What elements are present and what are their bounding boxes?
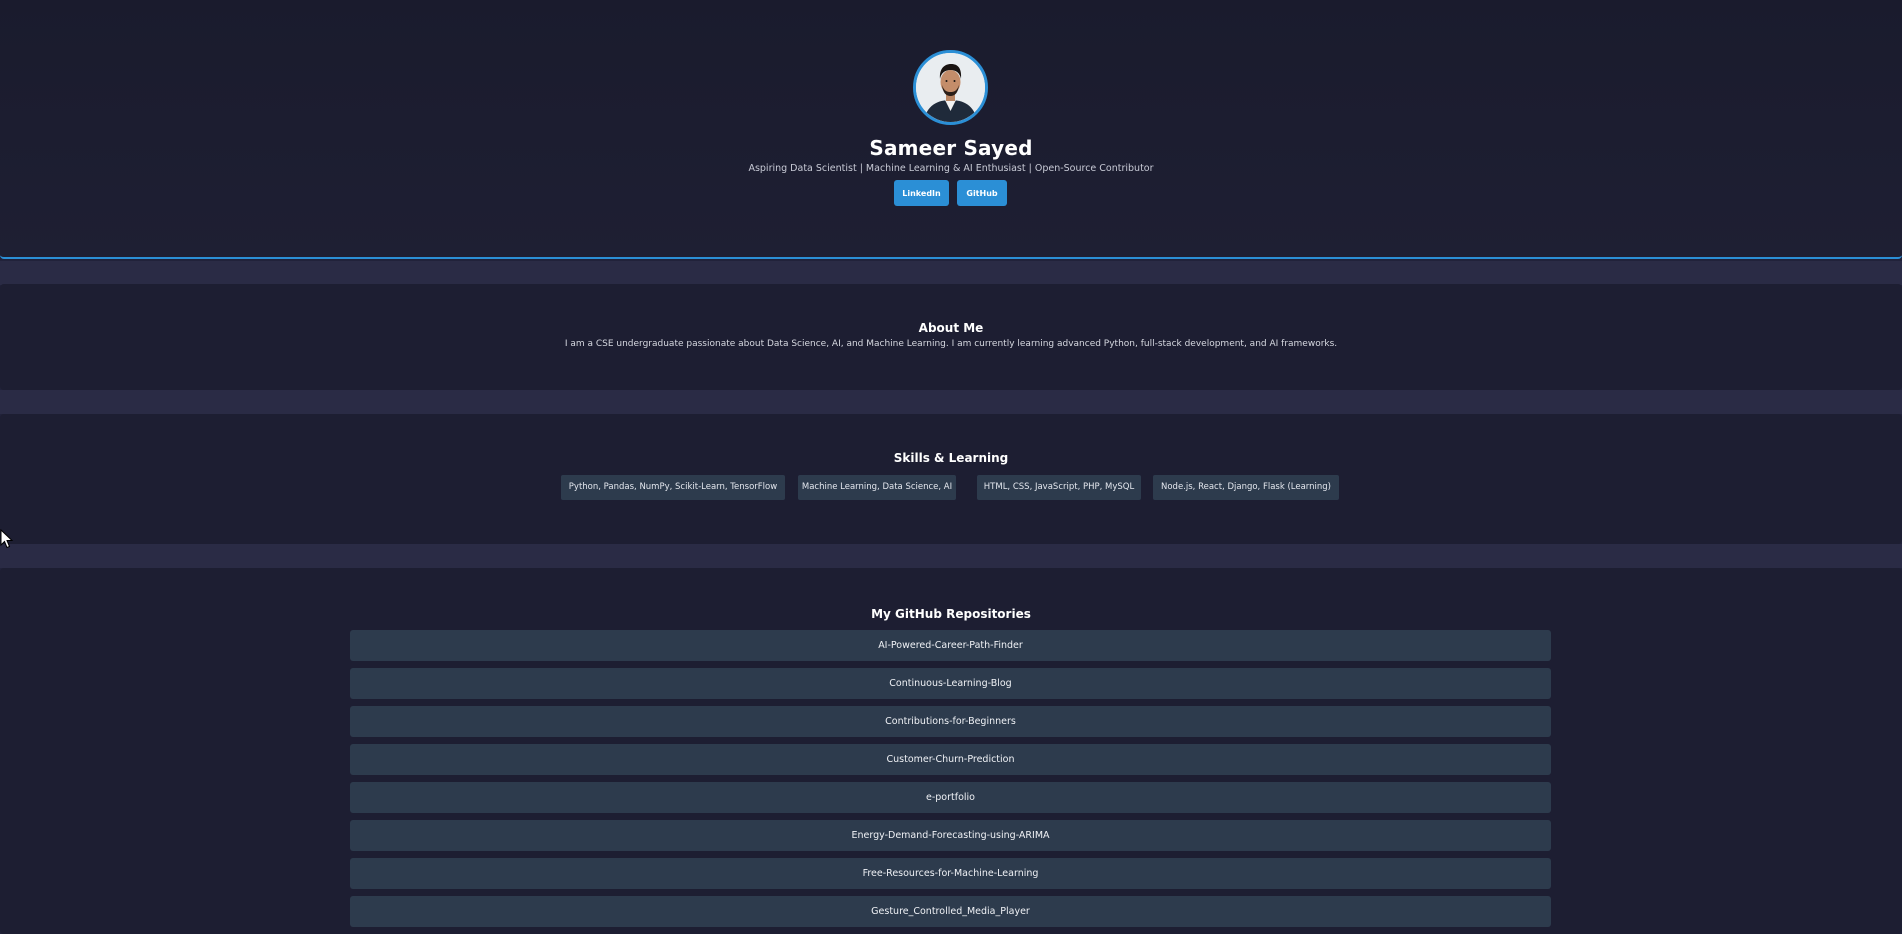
repo-item[interactable]: AI-Powered-Career-Path-Finder	[350, 630, 1551, 661]
linkedin-button[interactable]: LinkedIn	[894, 180, 949, 206]
mouse-pointer-icon	[0, 529, 14, 549]
about-text: I am a CSE undergraduate passionate abou…	[564, 339, 1338, 349]
about-section: About Me I am a CSE undergraduate passio…	[0, 284, 1902, 390]
skill-tag: HTML, CSS, JavaScript, PHP, MySQL	[977, 475, 1141, 500]
section-divider	[0, 544, 1902, 568]
repo-item[interactable]: Energy-Demand-Forecasting-using-ARIMA	[350, 820, 1551, 851]
repo-item[interactable]: Continuous-Learning-Blog	[350, 668, 1551, 699]
skill-tag: Machine Learning, Data Science, AI	[798, 475, 956, 500]
profile-name: Sameer Sayed	[869, 136, 1033, 160]
skill-tag: Python, Pandas, NumPy, Scikit-Learn, Ten…	[561, 475, 785, 500]
profile-avatar	[913, 50, 988, 125]
repo-item[interactable]: Customer-Churn-Prediction	[350, 744, 1551, 775]
about-title: About Me	[918, 321, 984, 335]
section-divider	[0, 261, 1902, 285]
profile-photo-icon	[916, 53, 985, 122]
repo-item[interactable]: Contributions-for-Beginners	[350, 706, 1551, 737]
github-button[interactable]: GitHub	[957, 180, 1007, 206]
skills-title: Skills & Learning	[893, 451, 1009, 465]
profile-tagline: Aspiring Data Scientist | Machine Learni…	[748, 163, 1154, 174]
repos-title: My GitHub Repositories	[871, 607, 1031, 621]
repo-item[interactable]: Gesture_Controlled_Media_Player	[350, 896, 1551, 927]
repo-item[interactable]: Free-Resources-for-Machine-Learning	[350, 858, 1551, 889]
skill-tag: Node.js, React, Django, Flask (Learning)	[1153, 475, 1339, 500]
section-divider	[0, 390, 1902, 414]
repo-item[interactable]: e-portfolio	[350, 782, 1551, 813]
profile-header: Sameer Sayed Aspiring Data Scientist | M…	[0, 0, 1902, 259]
